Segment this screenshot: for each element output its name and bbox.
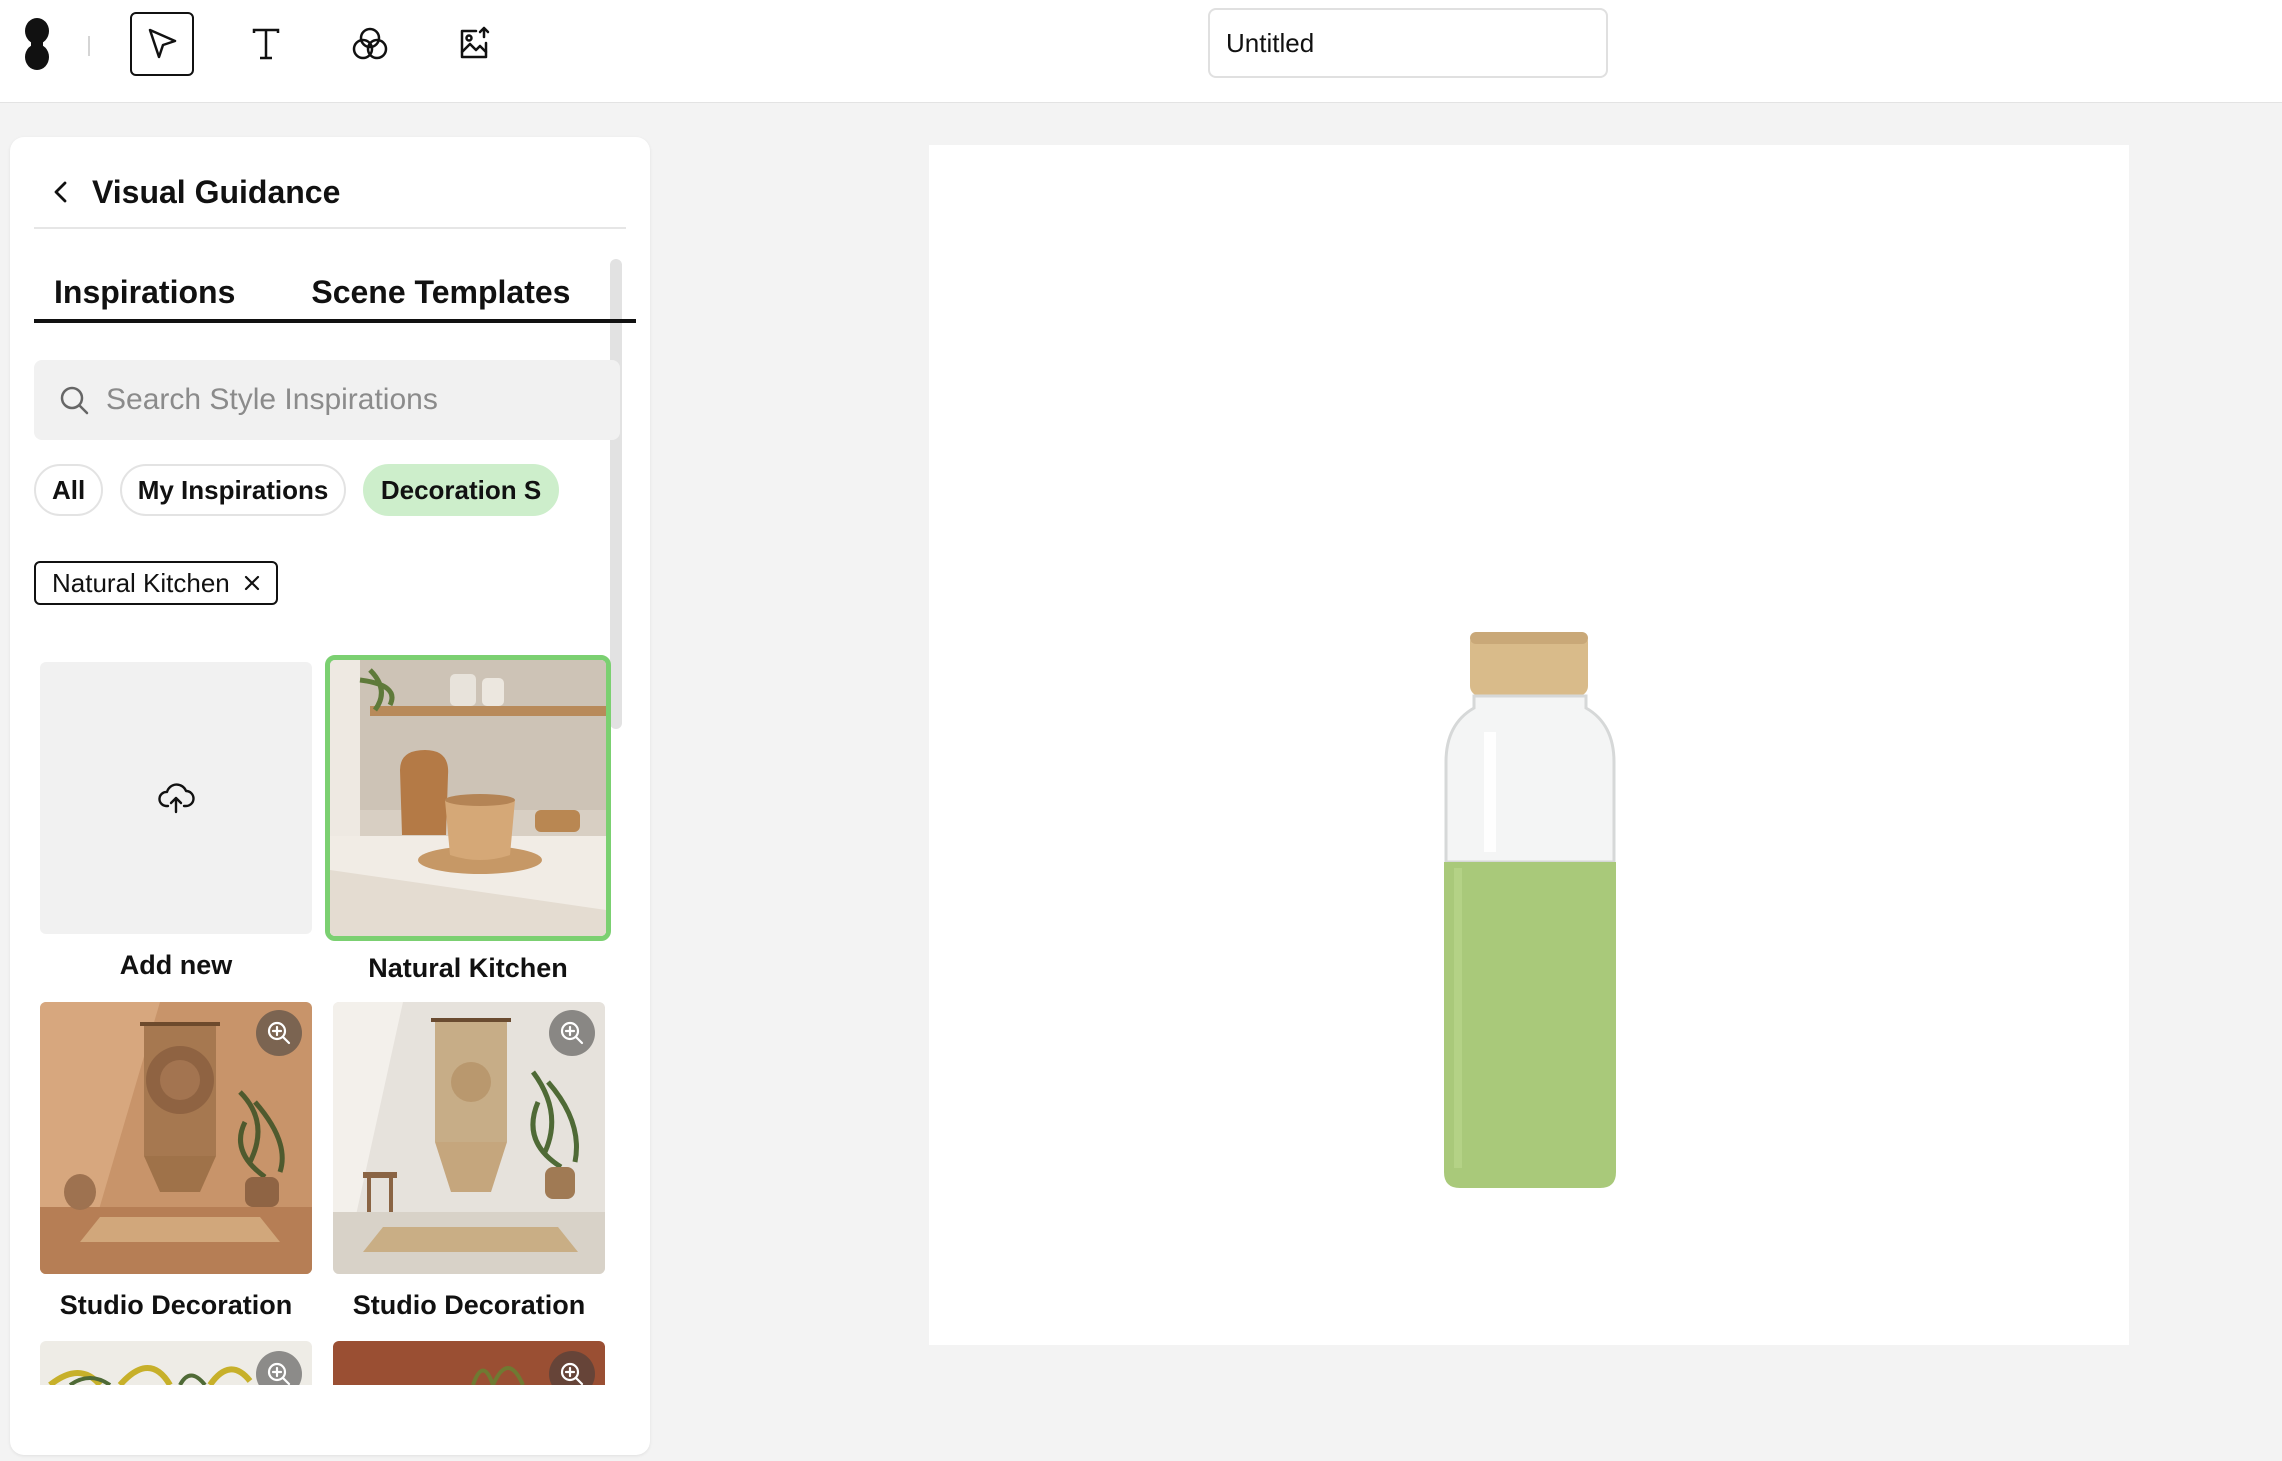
filter-tag-label: Natural Kitchen	[52, 567, 230, 598]
card-label: Studio Decoration	[59, 1290, 293, 1320]
zoom-button[interactable]	[256, 1010, 302, 1056]
back-button[interactable]	[44, 174, 80, 210]
toolbar-divider	[88, 36, 90, 56]
blend-tool-button[interactable]	[338, 12, 402, 76]
inspiration-card[interactable]: Studio Decoration	[40, 1002, 312, 1321]
studio-decoration-thumb[interactable]	[333, 1002, 605, 1274]
add-new-thumb[interactable]	[40, 662, 312, 934]
tab-inspirations[interactable]: Inspirations	[34, 267, 235, 319]
panel-tabs: Inspirations Scene Templates	[34, 267, 636, 323]
card-label: Add new	[119, 950, 233, 980]
active-filter-tag: Natural Kitchen	[34, 561, 278, 605]
add-new-card[interactable]: Add new	[40, 662, 312, 981]
search-input[interactable]	[106, 383, 586, 417]
chevron-left-icon	[54, 181, 67, 203]
document-title-input[interactable]	[1208, 8, 1608, 78]
tab-scene-templates[interactable]: Scene Templates	[291, 267, 570, 319]
kitchen-scene-image	[330, 660, 606, 936]
zoom-button[interactable]	[549, 1010, 595, 1056]
card-label: Studio Decoration	[352, 1290, 586, 1320]
panel-header: Visual Guidance	[34, 157, 626, 229]
image-upload-tool-button[interactable]	[442, 12, 506, 76]
zoom-in-icon	[267, 1021, 291, 1045]
chip-my-inspirations[interactable]: My Inspirations	[119, 464, 347, 516]
category-chips: All My Inspirations Decoration S	[34, 464, 564, 516]
cloud-upload-icon	[158, 783, 195, 814]
select-tool-button[interactable]	[130, 12, 194, 76]
product-bottle-image[interactable]	[1444, 632, 1616, 1188]
text-icon	[252, 28, 280, 60]
app-logo-icon[interactable]	[22, 16, 52, 72]
inspiration-card-partial[interactable]	[40, 1341, 312, 1385]
card-label: Natural Kitchen	[368, 953, 568, 983]
top-toolbar	[0, 0, 2282, 103]
search-icon	[60, 386, 89, 415]
natural-kitchen-thumb[interactable]	[325, 655, 611, 941]
visual-guidance-panel: Visual Guidance Inspirations Scene Templ…	[10, 137, 650, 1455]
chip-all[interactable]: All	[34, 464, 104, 516]
zoom-in-icon	[267, 1362, 291, 1385]
close-icon[interactable]	[242, 573, 262, 593]
chip-decoration[interactable]: Decoration S	[362, 464, 560, 516]
cursor-arrow-icon	[148, 28, 177, 59]
inspiration-card-partial[interactable]	[333, 1341, 605, 1385]
text-tool-button[interactable]	[234, 12, 298, 76]
zoom-in-icon	[560, 1362, 584, 1385]
studio-decoration-thumb[interactable]	[40, 1002, 312, 1274]
panel-title: Visual Guidance	[92, 173, 341, 210]
zoom-in-icon	[560, 1021, 584, 1045]
overlapping-circles-icon	[352, 27, 388, 60]
search-box	[34, 360, 620, 440]
inspiration-card[interactable]: Studio Decoration	[333, 1002, 605, 1321]
image-upload-icon	[460, 26, 490, 59]
panel-scrollbar[interactable]	[610, 259, 622, 729]
inspiration-card[interactable]: Natural Kitchen	[325, 655, 611, 984]
